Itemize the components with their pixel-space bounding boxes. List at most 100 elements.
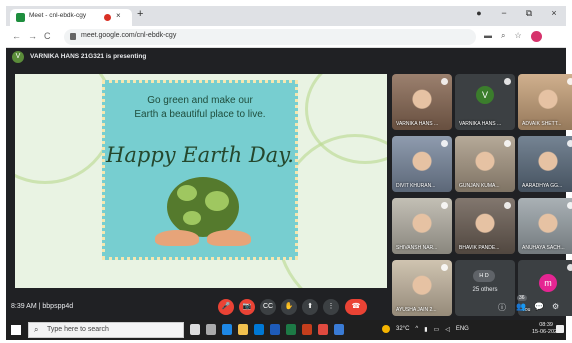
reload-button[interactable]: C [44, 31, 51, 41]
participant-name: ADVAIK SHETT... [522, 121, 562, 127]
window-controls: ● − ⧉ × [473, 8, 560, 19]
system-tray: 32°C ^ ▮ ▭ ◁ ENG [382, 325, 469, 333]
profile-avatar[interactable] [530, 31, 542, 42]
participant-tile[interactable]: VARNIKA HANS ... [392, 74, 452, 130]
decor-swirl [15, 74, 115, 184]
tray-chevron-icon[interactable]: ^ [415, 326, 418, 332]
record-indicator-icon: ● [476, 8, 482, 18]
mic-muted-icon [441, 78, 448, 85]
search-placeholder: Type here to search [47, 326, 109, 333]
participant-tile[interactable]: DIVIT KHURAN... [392, 136, 452, 192]
store-icon[interactable] [254, 324, 264, 335]
omnibox[interactable]: meet.google.com/cnl-ebdk-cgy [64, 29, 476, 45]
app-icon[interactable] [334, 324, 344, 335]
participant-name: BHAVIK PANDE... [459, 245, 500, 251]
participant-avatar: V [476, 86, 494, 104]
slide-line-2: Earth a beautiful place to live. [134, 109, 266, 120]
back-button[interactable]: ← [12, 31, 21, 41]
present-button[interactable]: ⬆ [302, 299, 318, 315]
mic-muted-icon [504, 140, 511, 147]
bookmark-star-icon[interactable]: ☆ [514, 31, 521, 42]
participant-name: AARADHYA GG... [522, 183, 563, 189]
participant-avatar: m [539, 274, 557, 292]
participant-name: DIVIT KHURAN... [396, 183, 436, 189]
weather-temp[interactable]: 32°C [396, 326, 409, 332]
participant-name: SHIVANSH NAR... [396, 245, 438, 251]
mic-muted-icon [441, 140, 448, 147]
browser-tab[interactable]: Meet - cnl-ebdk-cgy × [10, 9, 132, 26]
windows-start-icon[interactable] [11, 325, 21, 335]
cortana-icon[interactable] [190, 324, 200, 335]
new-tab-button[interactable]: + [137, 8, 143, 20]
mic-off-button[interactable]: 🎤 [218, 299, 234, 315]
leave-call-button[interactable]: ☎ [345, 299, 367, 315]
network-icon[interactable]: ▮ [424, 326, 427, 333]
recording-dot-icon [104, 14, 111, 21]
raise-hand-button[interactable]: ✋ [281, 299, 297, 315]
participant-name: ANUHAYA SACH... [522, 245, 565, 251]
battery-icon[interactable]: ▭ [434, 326, 440, 333]
meet-favicon-icon [16, 13, 25, 22]
powerpoint-icon[interactable] [302, 324, 312, 335]
excel-icon[interactable] [286, 324, 296, 335]
meeting-time-code: 8:39 AM | bbpspp4d [11, 303, 74, 310]
volume-icon[interactable]: ◁ [445, 326, 450, 333]
presenter-label: VARNIKA HANS 21G321 is presenting [30, 53, 147, 60]
participant-name: VARNIKA HANS ... [396, 121, 439, 127]
more-options-button[interactable]: ⋮ [323, 299, 339, 315]
mic-muted-icon [441, 202, 448, 209]
camera-off-button[interactable]: 📷 [239, 299, 255, 315]
mic-muted-icon [567, 78, 572, 85]
screenshot-frame: Meet - cnl-ebdk-cgy × + ● − ⧉ × ← → C me… [0, 0, 572, 343]
participant-tile[interactable]: AARADHYA GG... [518, 136, 572, 192]
presentation-stage: Go green and make our Earth a beautiful … [15, 74, 387, 288]
people-icon[interactable]: 👥 [516, 302, 526, 311]
camera-indicator-icon[interactable]: ▬ [484, 31, 492, 42]
toolbar-icons: ▬ ⌕ ☆ [484, 31, 542, 42]
hands-icon [155, 230, 251, 252]
mic-muted-icon [567, 140, 572, 147]
slide-headline: Happy Earth Day. [106, 143, 294, 167]
participant-tile[interactable]: V VARNIKA HANS ... [455, 74, 515, 130]
notifications-icon[interactable] [556, 325, 564, 333]
edge-icon[interactable] [222, 324, 232, 335]
activities-icon[interactable]: ⚙ [552, 302, 559, 311]
address-bar: ← → C meet.google.com/cnl-ebdk-cgy ▬ ⌕ ☆ [6, 26, 566, 48]
close-tab-icon[interactable]: × [116, 11, 121, 20]
restore-button[interactable]: ⧉ [523, 8, 535, 19]
taskbar-search[interactable]: ⌕ Type here to search [28, 322, 184, 338]
captions-button[interactable]: CC [260, 299, 276, 315]
file-explorer-icon[interactable] [238, 324, 248, 335]
presenter-avatar: V [12, 51, 24, 63]
participant-tile[interactable]: BHAVIK PANDE... [455, 198, 515, 254]
word-icon[interactable] [270, 324, 280, 335]
forward-button[interactable]: → [28, 31, 37, 41]
mic-muted-icon [567, 264, 572, 271]
participant-tile[interactable]: GUNJAN KUMA... [455, 136, 515, 192]
mic-muted-icon [567, 202, 572, 209]
meet-window: V VARNIKA HANS 21G321 is presenting Go g… [6, 48, 572, 320]
mic-muted-icon [504, 202, 511, 209]
others-count-label: 25 others [472, 287, 498, 293]
tab-title: Meet - cnl-ebdk-cgy [29, 12, 87, 19]
chrome-icon[interactable] [318, 324, 328, 335]
mic-muted-icon [441, 264, 448, 271]
participant-tile[interactable]: ANUHAYA SACH... [518, 198, 572, 254]
others-avatars: H D [473, 270, 495, 282]
url-text: meet.google.com/cnl-ebdk-cgy [81, 32, 177, 39]
participant-tile[interactable]: SHIVANSH NAR... [392, 198, 452, 254]
earth-day-card: Go green and make our Earth a beautiful … [102, 80, 298, 260]
windows-taskbar: ⌕ Type here to search 32°C ^ ▮ ▭ ◁ ENG 0… [6, 320, 566, 340]
weather-icon [382, 325, 390, 333]
zoom-icon[interactable]: ⌕ [501, 31, 505, 42]
chat-icon[interactable]: 💬 [534, 302, 544, 311]
language-label[interactable]: ENG [456, 326, 469, 332]
close-window-button[interactable]: × [548, 8, 560, 19]
participant-name: GUNJAN KUMA... [459, 183, 500, 189]
task-view-icon[interactable] [206, 324, 216, 335]
info-icon[interactable]: ⓘ [498, 302, 506, 313]
pinned-apps [190, 324, 344, 335]
participant-tile[interactable]: ADVAIK SHETT... [518, 74, 572, 130]
minimize-button[interactable]: − [498, 8, 510, 19]
search-icon: ⌕ [34, 325, 39, 334]
